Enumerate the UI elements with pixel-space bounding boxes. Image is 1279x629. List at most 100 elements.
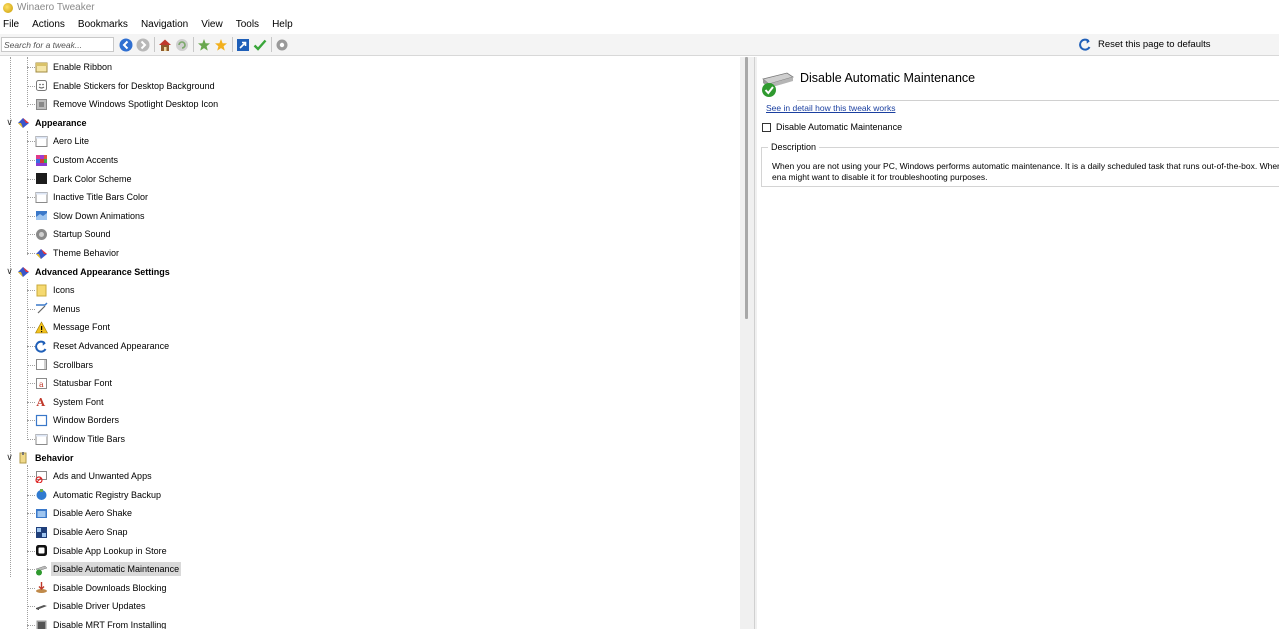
tree-line <box>27 494 35 496</box>
tree-item-inactive-title-bars-color[interactable]: Inactive Title Bars Color <box>27 188 150 206</box>
tree-item-system-font[interactable]: A System Font <box>27 393 106 411</box>
toolbar-separator <box>154 37 155 52</box>
tree-item-automatic-registry-backup[interactable]: Automatic Registry Backup <box>27 486 163 504</box>
expander-chevron-down-icon[interactable]: ∨ <box>5 266 14 276</box>
tree-item-label: Disable Automatic Maintenance <box>51 562 182 577</box>
reset-page-label: Reset this page to defaults <box>1098 39 1211 50</box>
tree-item-icons[interactable]: Icons <box>27 281 77 299</box>
expander-chevron-down-icon[interactable]: ∨ <box>5 117 14 127</box>
menu-navigation[interactable]: Navigation <box>141 19 188 30</box>
tree-item-scrollbars[interactable]: Scrollbars <box>27 356 95 374</box>
expander-chevron-down-icon[interactable]: ∨ <box>5 452 14 462</box>
menu-help[interactable]: Help <box>272 19 293 30</box>
tree-item-disable-aero-snap[interactable]: Disable Aero Snap <box>27 523 130 541</box>
menu-icon <box>35 302 48 315</box>
menu-file[interactable]: File <box>3 19 19 30</box>
page-title: Disable Automatic Maintenance <box>800 71 976 85</box>
tree-item-reset-advanced-appearance[interactable]: Reset Advanced Appearance <box>27 337 171 355</box>
refresh-icon[interactable] <box>174 37 189 52</box>
tree-item-disable-automatic-maintenance[interactable]: Disable Automatic Maintenance <box>27 560 182 578</box>
tree-category-advanced-appearance-settings[interactable]: ∨ Advanced Appearance Settings <box>6 263 172 281</box>
tree-line <box>27 532 35 533</box>
warning-icon <box>35 321 48 334</box>
appearance-icon <box>17 116 30 129</box>
tree-line <box>27 606 35 608</box>
tree-item-label: System Font <box>53 396 104 407</box>
tree-line <box>27 587 35 589</box>
driver-icon <box>35 600 48 613</box>
tree-line <box>27 364 35 366</box>
tree-item-enable-ribbon[interactable]: Enable Ribbon <box>27 58 114 76</box>
tweak-tree[interactable]: Enable Ribbon Enable Stickers for Desktop… <box>0 57 740 629</box>
detail-link[interactable]: See in detail how this tweak works <box>766 103 895 113</box>
theme-icon <box>35 247 48 260</box>
tree-item-ads-and-unwanted-apps[interactable]: Ads and Unwanted Apps <box>27 467 154 485</box>
tree-item-disable-aero-shake[interactable]: Disable Aero Shake <box>27 504 134 522</box>
tree-item-label: Custom Accents <box>53 155 119 165</box>
tree-item-label: Disable Driver Updates <box>53 601 146 612</box>
checkbox-label[interactable]: Disable Automatic Maintenance <box>776 122 902 132</box>
folder-icon <box>35 284 48 297</box>
tree-scrollbar[interactable] <box>740 57 754 629</box>
tree-item-window-title-bars[interactable]: Window Title Bars <box>27 430 127 448</box>
back-arrow-icon[interactable] <box>118 37 133 52</box>
tree-item-slow-down-animations[interactable]: Slow Down Animations <box>27 207 147 225</box>
menu-tools[interactable]: Tools <box>236 19 259 30</box>
tree-item-label: Disable App Lookup in Store <box>53 545 167 556</box>
tree-item-label: Slow Down Animations <box>53 210 145 221</box>
sticker-icon <box>35 79 48 92</box>
maintenance-checkbox-row[interactable]: Disable Automatic Maintenance <box>762 122 902 132</box>
reset-page-button[interactable]: Reset this page to defaults <box>1078 37 1211 52</box>
aero-shake-icon <box>35 507 48 520</box>
disable-maintenance-checkbox[interactable] <box>762 122 771 132</box>
tree-item-disable-downloads-blocking[interactable]: Disable Downloads Blocking <box>27 579 169 597</box>
tree-item-startup-sound[interactable]: Startup Sound <box>27 225 113 243</box>
description-group: Description When you are not using your … <box>761 142 1279 187</box>
tree-item-custom-accents[interactable]: Custom Accents <box>27 151 120 169</box>
tree-item-label: Scrollbars <box>53 359 94 370</box>
tree-line <box>27 234 35 236</box>
shortcut-arrow-icon[interactable] <box>235 37 250 52</box>
tree-item-label: Menus <box>53 303 81 314</box>
app-icon <box>3 2 13 13</box>
tree-line <box>27 383 35 385</box>
maintenance-icon <box>35 563 48 576</box>
tree-item-aero-lite[interactable]: Aero Lite <box>27 132 91 150</box>
menu-actions[interactable]: Actions <box>32 19 65 30</box>
tree-item-theme-behavior[interactable]: Theme Behavior <box>27 244 121 262</box>
gear-icon[interactable] <box>274 37 289 52</box>
tree-item-disable-app-lookup-in-store[interactable]: Disable App Lookup in Store <box>27 542 169 560</box>
bookmark-star-icon[interactable] <box>213 37 228 52</box>
home-icon[interactable] <box>157 37 172 52</box>
tree-item-enable-stickers-for-desktop-background[interactable]: Enable Stickers for Desktop Background <box>27 77 217 95</box>
menu-bookmarks[interactable]: Bookmarks <box>78 19 128 30</box>
tree-item-disable-driver-updates[interactable]: Disable Driver Updates <box>27 597 148 615</box>
tree-item-dark-color-scheme[interactable]: Dark Color Scheme <box>27 170 134 188</box>
tree-item-label: Disable Downloads Blocking <box>53 582 167 593</box>
tree-line <box>27 420 35 422</box>
tree-item-label: Ads and Unwanted Apps <box>53 471 152 482</box>
reset-icon <box>1078 37 1093 52</box>
tree-item-message-font[interactable]: Message Font <box>27 318 112 336</box>
tree-item-remove-windows-spotlight-desktop-icon[interactable]: Remove Windows Spotlight Desktop Icon <box>27 95 220 113</box>
tree-item-label: Icons <box>53 285 75 296</box>
tree-category-behavior[interactable]: ∨ Behavior <box>6 449 76 467</box>
palette-icon <box>35 154 48 167</box>
add-bookmark-icon[interactable] <box>196 37 211 52</box>
tree-line <box>27 85 35 87</box>
apply-check-icon[interactable] <box>252 37 267 52</box>
description-label: Description <box>768 142 820 152</box>
menu-view[interactable]: View <box>201 19 223 30</box>
tree-line <box>27 290 35 292</box>
search-input[interactable] <box>1 37 114 52</box>
forward-arrow-icon[interactable] <box>135 37 150 52</box>
tree-item-window-borders[interactable]: Window Borders <box>27 411 121 429</box>
window-icon <box>35 191 48 204</box>
tree-category-appearance[interactable]: ∨ Appearance <box>6 114 89 132</box>
tree-item-menus[interactable]: Menus <box>27 300 82 318</box>
scrollbar-thumb[interactable] <box>745 57 748 319</box>
tree-item-disable-mrt-from-installing[interactable]: Disable MRT From Installing <box>27 616 168 629</box>
tree-line <box>27 160 35 161</box>
tree-line <box>27 253 35 254</box>
tree-item-statusbar-font[interactable]: a Statusbar Font <box>27 374 114 392</box>
